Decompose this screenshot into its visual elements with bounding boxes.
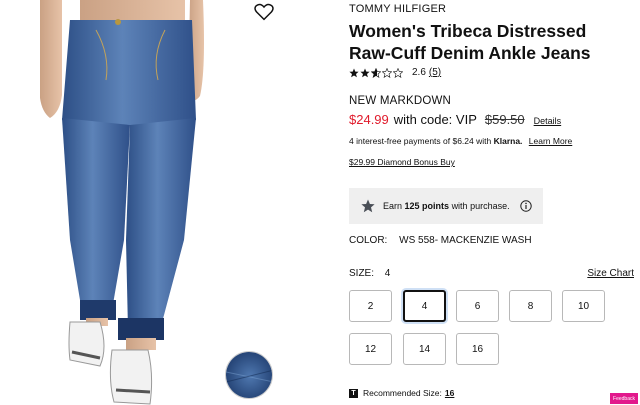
product-image[interactable] bbox=[0, 0, 290, 405]
size-option-4[interactable]: 4 bbox=[403, 290, 446, 322]
klarna-learn-more-link[interactable]: Learn More bbox=[529, 136, 572, 146]
truefit-icon: T bbox=[349, 388, 358, 398]
product-details: TOMMY HILFIGER Women's Tribeca Distresse… bbox=[349, 0, 640, 405]
points-suffix: with purchase. bbox=[451, 201, 510, 211]
feedback-button[interactable]: Feedback bbox=[610, 393, 638, 404]
points-amount: 125 points bbox=[404, 201, 450, 211]
star-empty-icon bbox=[382, 67, 392, 78]
promo-code-label: with code: VIP bbox=[393, 112, 477, 127]
recommended-size: T Recommended Size: 16 bbox=[349, 388, 454, 398]
rating-value: 2.6 bbox=[412, 67, 426, 78]
size-option-12[interactable]: 12 bbox=[349, 333, 392, 365]
klarna-text: 4 interest-free payments of $6.24 with bbox=[349, 136, 492, 146]
star-filled-icon bbox=[349, 68, 359, 77]
star-icon bbox=[361, 199, 375, 213]
product-image-area bbox=[0, 0, 290, 405]
star-half-icon bbox=[371, 67, 381, 78]
review-count-link[interactable]: (5) bbox=[429, 67, 441, 78]
bonus-buy-link[interactable]: $29.99 Diamond Bonus Buy bbox=[349, 157, 455, 167]
color-row: COLOR: WS 558- MACKENZIE WASH bbox=[349, 235, 532, 246]
original-price: $59.50 bbox=[484, 112, 525, 127]
size-option-6[interactable]: 6 bbox=[456, 290, 499, 322]
points-banner: Earn 125 points with purchase. bbox=[349, 188, 543, 224]
points-prefix: Earn bbox=[383, 201, 403, 211]
selected-size: 4 bbox=[384, 268, 391, 279]
size-row: SIZE: 4 bbox=[349, 268, 390, 279]
size-option-8[interactable]: 8 bbox=[509, 290, 552, 322]
product-title: Women's Tribeca Distressed Raw-Cuff Deni… bbox=[349, 21, 591, 63]
star-empty-icon bbox=[393, 67, 403, 78]
color-swatch[interactable] bbox=[225, 351, 273, 399]
star-filled-icon bbox=[360, 68, 370, 77]
color-label: COLOR: bbox=[349, 235, 388, 246]
heart-icon[interactable] bbox=[254, 3, 274, 21]
klarna-logo: Klarna. bbox=[493, 136, 523, 146]
size-option-2[interactable]: 2 bbox=[349, 290, 392, 322]
recommended-size-value[interactable]: 16 bbox=[445, 388, 454, 398]
info-icon[interactable] bbox=[519, 200, 532, 212]
markdown-label: NEW MARKDOWN bbox=[349, 95, 452, 107]
size-option-10[interactable]: 10 bbox=[562, 290, 605, 322]
size-option-14[interactable]: 14 bbox=[403, 333, 446, 365]
color-value: WS 558- MACKENZIE WASH bbox=[399, 235, 532, 246]
rating-row[interactable]: 2.6 (5) bbox=[349, 67, 441, 78]
sale-price: $24.99 bbox=[349, 112, 389, 127]
price-details-link[interactable]: Details bbox=[534, 116, 562, 126]
price-row: $24.99 with code: VIP $59.50 Details bbox=[349, 112, 561, 127]
brand-name[interactable]: TOMMY HILFIGER bbox=[349, 3, 446, 15]
size-chart-link[interactable]: Size Chart bbox=[587, 268, 634, 279]
klarna-payments: 4 interest-free payments of $6.24 with K… bbox=[349, 136, 572, 146]
size-option-16[interactable]: 16 bbox=[456, 333, 499, 365]
recommended-size-label: Recommended Size: bbox=[363, 388, 442, 398]
rating-stars bbox=[349, 67, 403, 78]
size-label: SIZE: bbox=[349, 268, 375, 279]
